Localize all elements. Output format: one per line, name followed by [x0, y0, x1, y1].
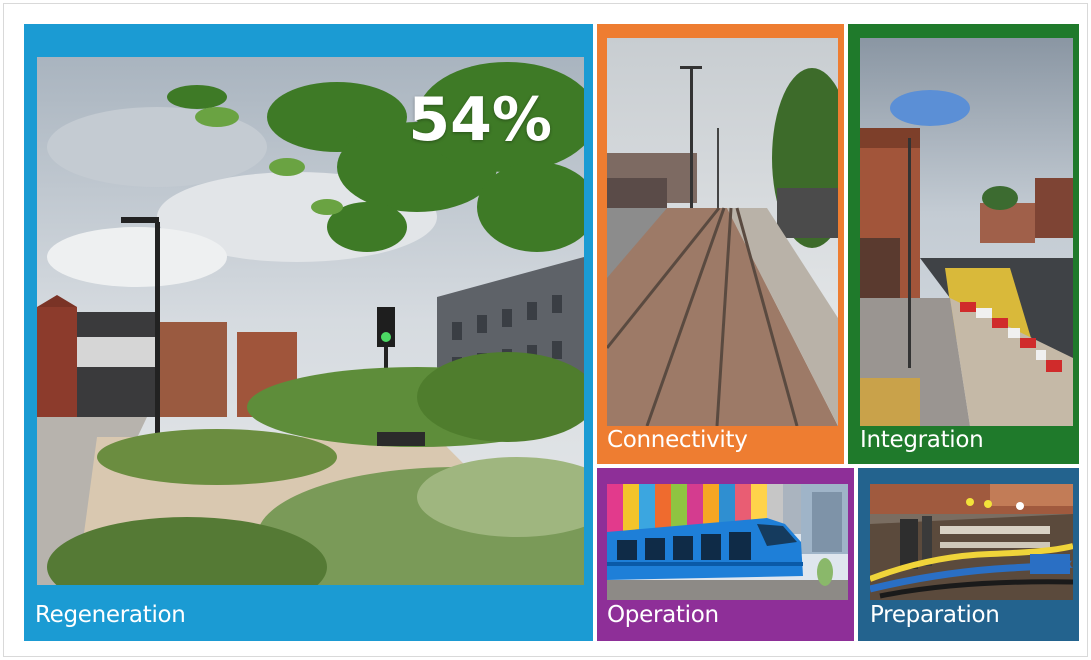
operation-photo	[607, 484, 848, 600]
tile-label-preparation: Preparation	[870, 602, 1000, 628]
tile-label-regeneration: Regeneration	[35, 602, 186, 628]
tile-connectivity[interactable]: Connectivity	[597, 24, 844, 464]
tile-operation[interactable]: Operation	[597, 468, 854, 641]
tile-integration[interactable]: Integration	[848, 24, 1079, 464]
tile-label-operation: Operation	[607, 602, 719, 628]
regeneration-photo: 54%	[37, 57, 584, 585]
integration-photo	[860, 38, 1073, 426]
connectivity-photo	[607, 38, 838, 426]
tile-label-integration: Integration	[860, 427, 984, 453]
preparation-photo	[870, 484, 1073, 600]
tile-label-connectivity: Connectivity	[607, 427, 748, 453]
tile-preparation[interactable]: Preparation	[858, 468, 1079, 641]
regeneration-percentage: 54%	[408, 85, 552, 155]
tile-regeneration[interactable]: 54% Regeneration	[24, 24, 593, 641]
